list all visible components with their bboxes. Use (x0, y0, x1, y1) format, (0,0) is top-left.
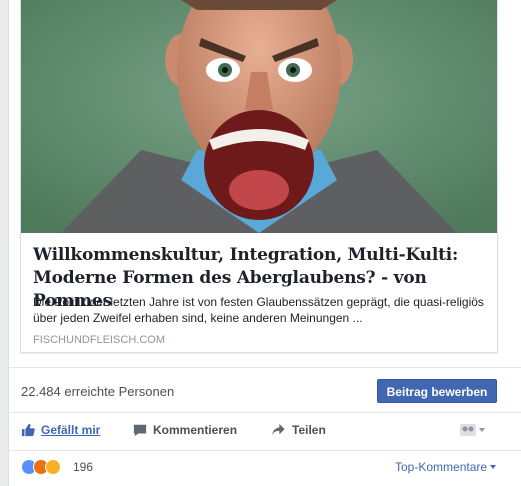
action-bar: Gefällt mir Kommentieren Teilen (9, 412, 521, 451)
link-preview-card[interactable]: Willkommenskultur, Integration, Multi-Ku… (20, 0, 498, 353)
like-button[interactable]: Gefällt mir (21, 421, 100, 439)
share-label: Teilen (292, 423, 326, 437)
reach-count[interactable]: 22.484 erreichte Personen (21, 384, 174, 399)
comment-button[interactable]: Kommentieren (133, 421, 237, 439)
page-avatar-icon (460, 424, 476, 436)
thumbs-up-icon (21, 423, 35, 437)
post-card: Willkommenskultur, Integration, Multi-Ku… (8, 0, 521, 486)
reaction-count[interactable]: 196 (73, 460, 93, 474)
chevron-down-icon (479, 428, 485, 432)
comment-icon (133, 424, 147, 437)
screaming-man-illustration (21, 0, 497, 233)
reach-bar: 22.484 erreichte Personen Beitrag bewerb… (9, 367, 521, 413)
reaction-icons[interactable] (21, 459, 61, 475)
link-domain: FISCHUNDFLEISCH.COM (33, 334, 166, 346)
reactions-bar: 196 Top-Kommentare (9, 450, 521, 486)
sad-reaction-icon (45, 459, 61, 475)
chevron-down-icon (490, 465, 497, 469)
like-label: Gefällt mir (41, 423, 101, 437)
share-arrow-icon (272, 423, 285, 436)
share-button[interactable]: Teilen (271, 421, 326, 439)
promote-post-button[interactable]: Beitrag bewerben (377, 379, 497, 403)
top-comments-label: Top-Kommentare (395, 460, 488, 474)
top-comments-dropdown[interactable]: Top-Kommentare (395, 460, 497, 474)
comment-label: Kommentieren (153, 423, 238, 437)
post-as-selector[interactable] (460, 424, 485, 436)
link-preview-image[interactable] (21, 0, 497, 233)
link-description: Die Politik der letzten Jahre ist von fe… (33, 295, 484, 325)
